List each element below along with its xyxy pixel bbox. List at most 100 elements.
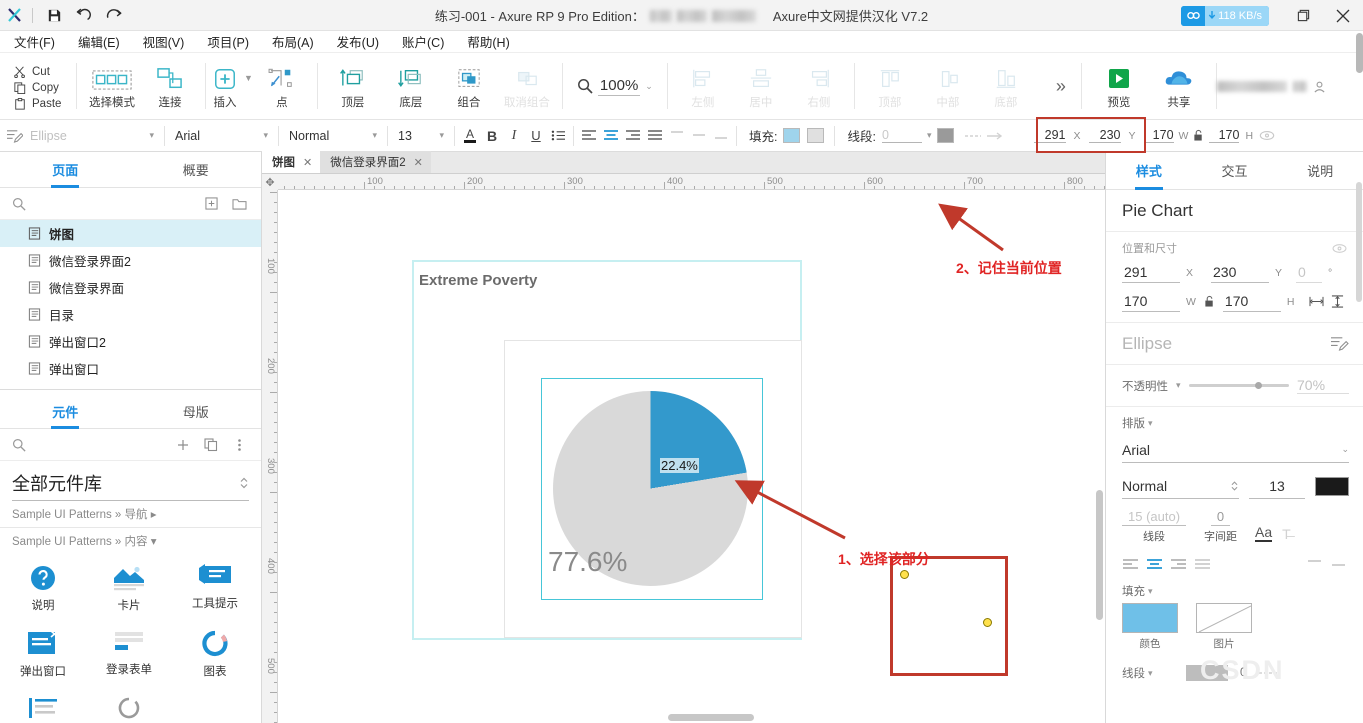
page-item-2[interactable]: 微信登录界面 [0, 274, 261, 301]
widget-item-3[interactable]: 弹出窗口 [0, 624, 86, 690]
visibility-eye-icon[interactable] [1332, 243, 1347, 254]
updown-chevron-icon[interactable] [1230, 480, 1239, 492]
redo-icon[interactable] [99, 0, 129, 31]
page-item-1[interactable]: 微信登录界面2 [0, 247, 261, 274]
height-value[interactable]: 170 [1209, 128, 1240, 143]
ruler-origin-icon[interactable]: ✥ [262, 174, 278, 190]
font-family-field[interactable]: Arial ▾ [169, 120, 274, 152]
close-window-icon[interactable] [1323, 0, 1363, 31]
horizontal-ruler[interactable]: 100 200 300 400 500 600 700 800 [262, 174, 1105, 190]
hidden-eye-icon[interactable] [1259, 130, 1275, 141]
fill-image-option[interactable]: 图片 [1196, 603, 1252, 651]
font-family-select[interactable]: Arial ⌄ [1122, 437, 1349, 463]
fit-width-icon[interactable] [1309, 295, 1324, 308]
line-width-value[interactable]: 0 [881, 128, 922, 143]
align-center-text-icon[interactable] [600, 125, 622, 147]
tool-insert[interactable]: 插入 ▼ [212, 55, 253, 117]
search-icon[interactable] [12, 438, 26, 452]
h-field[interactable]: 170 [1222, 291, 1281, 312]
line-width-chevron-down-icon[interactable]: ▾ [927, 130, 932, 141]
widget-item-6[interactable] [0, 690, 86, 723]
tool-send-to-back[interactable]: 底层 [382, 55, 440, 117]
canvas-tab-0[interactable]: 饼图 ✕ [262, 151, 321, 173]
font-weight-chevron-down-icon[interactable]: ▾ [372, 130, 377, 141]
align-center-icon[interactable] [1146, 558, 1163, 571]
fill-chevron-down-icon[interactable]: ▾ [1148, 586, 1153, 597]
vertical-ruler[interactable]: 100 200 300 400 500 [262, 190, 278, 723]
library-options-icon[interactable] [229, 435, 249, 455]
library-group-content[interactable]: Sample UI Patterns » 内容 ▾ [0, 528, 261, 554]
border-chevron-down-icon[interactable]: ▾ [1148, 668, 1153, 679]
tab-masters[interactable]: 母版 [131, 395, 262, 428]
undo-icon[interactable] [69, 0, 99, 31]
tool-connect[interactable]: 连接 [141, 55, 199, 117]
rotation-field[interactable]: 0 [1296, 262, 1323, 283]
menu-item-account[interactable]: 账户(C) [402, 32, 444, 51]
menu-item-layout[interactable]: 布局(A) [272, 32, 314, 51]
netdisk-speed-badge[interactable]: 118 KB/s [1181, 5, 1269, 26]
fill-image-swatch[interactable] [807, 128, 825, 143]
menu-item-project[interactable]: 项目(P) [207, 32, 249, 51]
tool-bring-to-front[interactable]: 顶层 [324, 55, 382, 117]
border-width-value[interactable]: 0 [1240, 667, 1246, 679]
align-left-icon[interactable] [1122, 558, 1139, 571]
align-justify-text-icon[interactable] [644, 125, 666, 147]
opacity-slider[interactable] [1188, 379, 1289, 393]
canvas-tab-1[interactable]: 微信登录界面2 ✕ [320, 151, 431, 173]
fill-image-preview[interactable] [1196, 603, 1252, 633]
typography-chevron-down-icon[interactable]: ▾ [1148, 418, 1153, 429]
y-field[interactable]: 230 [1211, 262, 1270, 283]
font-color-icon[interactable]: A [459, 125, 481, 147]
cut-button[interactable]: Cut [14, 66, 76, 78]
font-family-chevron-down-icon[interactable]: ▾ [263, 130, 268, 141]
shape-chevron-down-icon[interactable]: ▾ [149, 130, 154, 141]
border-style-icon[interactable] [1258, 667, 1278, 679]
fill-color-preview[interactable] [1122, 603, 1178, 633]
shape-type-row[interactable]: Ellipse [1106, 323, 1363, 365]
w-field[interactable]: 170 [1122, 291, 1180, 312]
fit-height-icon[interactable] [1330, 295, 1345, 308]
italic-icon[interactable]: I [503, 125, 525, 147]
line-color-swatch[interactable] [936, 128, 954, 143]
x-position-value[interactable]: 291 [1033, 128, 1066, 143]
align-left-text-icon[interactable] [578, 125, 600, 147]
align-right-icon[interactable] [1170, 558, 1187, 571]
letter-spacing-field[interactable]: 0 字间距 [1204, 509, 1237, 544]
tool-select-mode[interactable]: 选择模式 [83, 55, 141, 117]
canvas-vertical-scrollbar[interactable] [1096, 490, 1103, 620]
tab-widgets[interactable]: 元件 [0, 395, 131, 428]
widget-item-0[interactable]: 说明 [0, 558, 86, 624]
tab-pages[interactable]: 页面 [0, 152, 131, 187]
y-position-value[interactable]: 230 [1088, 128, 1121, 143]
page-item-3[interactable]: 目录 [0, 301, 261, 328]
fill-color-swatch[interactable] [783, 128, 801, 143]
opacity-slider-knob[interactable] [1254, 382, 1262, 389]
preview-button[interactable]: 预览 [1090, 55, 1148, 117]
text-decoration-icon[interactable]: T̶ [1282, 526, 1291, 542]
resize-handle-right[interactable] [983, 618, 992, 627]
font-weight-select[interactable]: Normal [1122, 473, 1239, 499]
window-scrollbar[interactable] [1356, 33, 1363, 73]
menu-item-view[interactable]: 视图(V) [143, 32, 185, 51]
bullet-list-icon[interactable] [547, 125, 569, 147]
text-case-icon[interactable]: Aa [1255, 524, 1273, 542]
font-color-swatch[interactable] [1315, 476, 1349, 496]
menu-item-edit[interactable]: 编辑(E) [78, 32, 120, 51]
x-field[interactable]: 291 [1122, 262, 1180, 283]
line-spacing-field[interactable]: 15 (auto) 线段 [1122, 509, 1187, 544]
updown-chevron-icon[interactable] [239, 476, 249, 490]
insert-chevron-down-icon[interactable]: ▼ [244, 73, 253, 83]
fill-color-option[interactable]: 颜色 [1122, 603, 1178, 651]
lock-aspect-icon[interactable] [1193, 129, 1204, 142]
menu-item-help[interactable]: 帮助(H) [467, 32, 509, 51]
tab-outline[interactable]: 概要 [131, 152, 262, 187]
vertical-align-middle-icon[interactable] [1330, 558, 1347, 571]
pie-graphic[interactable]: 22.4% 77.6% [541, 378, 763, 600]
widget-item-5[interactable]: 图表 [172, 624, 258, 690]
font-size-chevron-down-icon[interactable]: ▾ [439, 130, 444, 141]
border-color-swatch[interactable] [1186, 665, 1228, 681]
underline-icon[interactable]: U [525, 125, 547, 147]
widget-item-1[interactable]: 卡片 [86, 558, 172, 624]
search-icon[interactable] [12, 197, 26, 211]
duplicate-library-icon[interactable] [201, 435, 221, 455]
